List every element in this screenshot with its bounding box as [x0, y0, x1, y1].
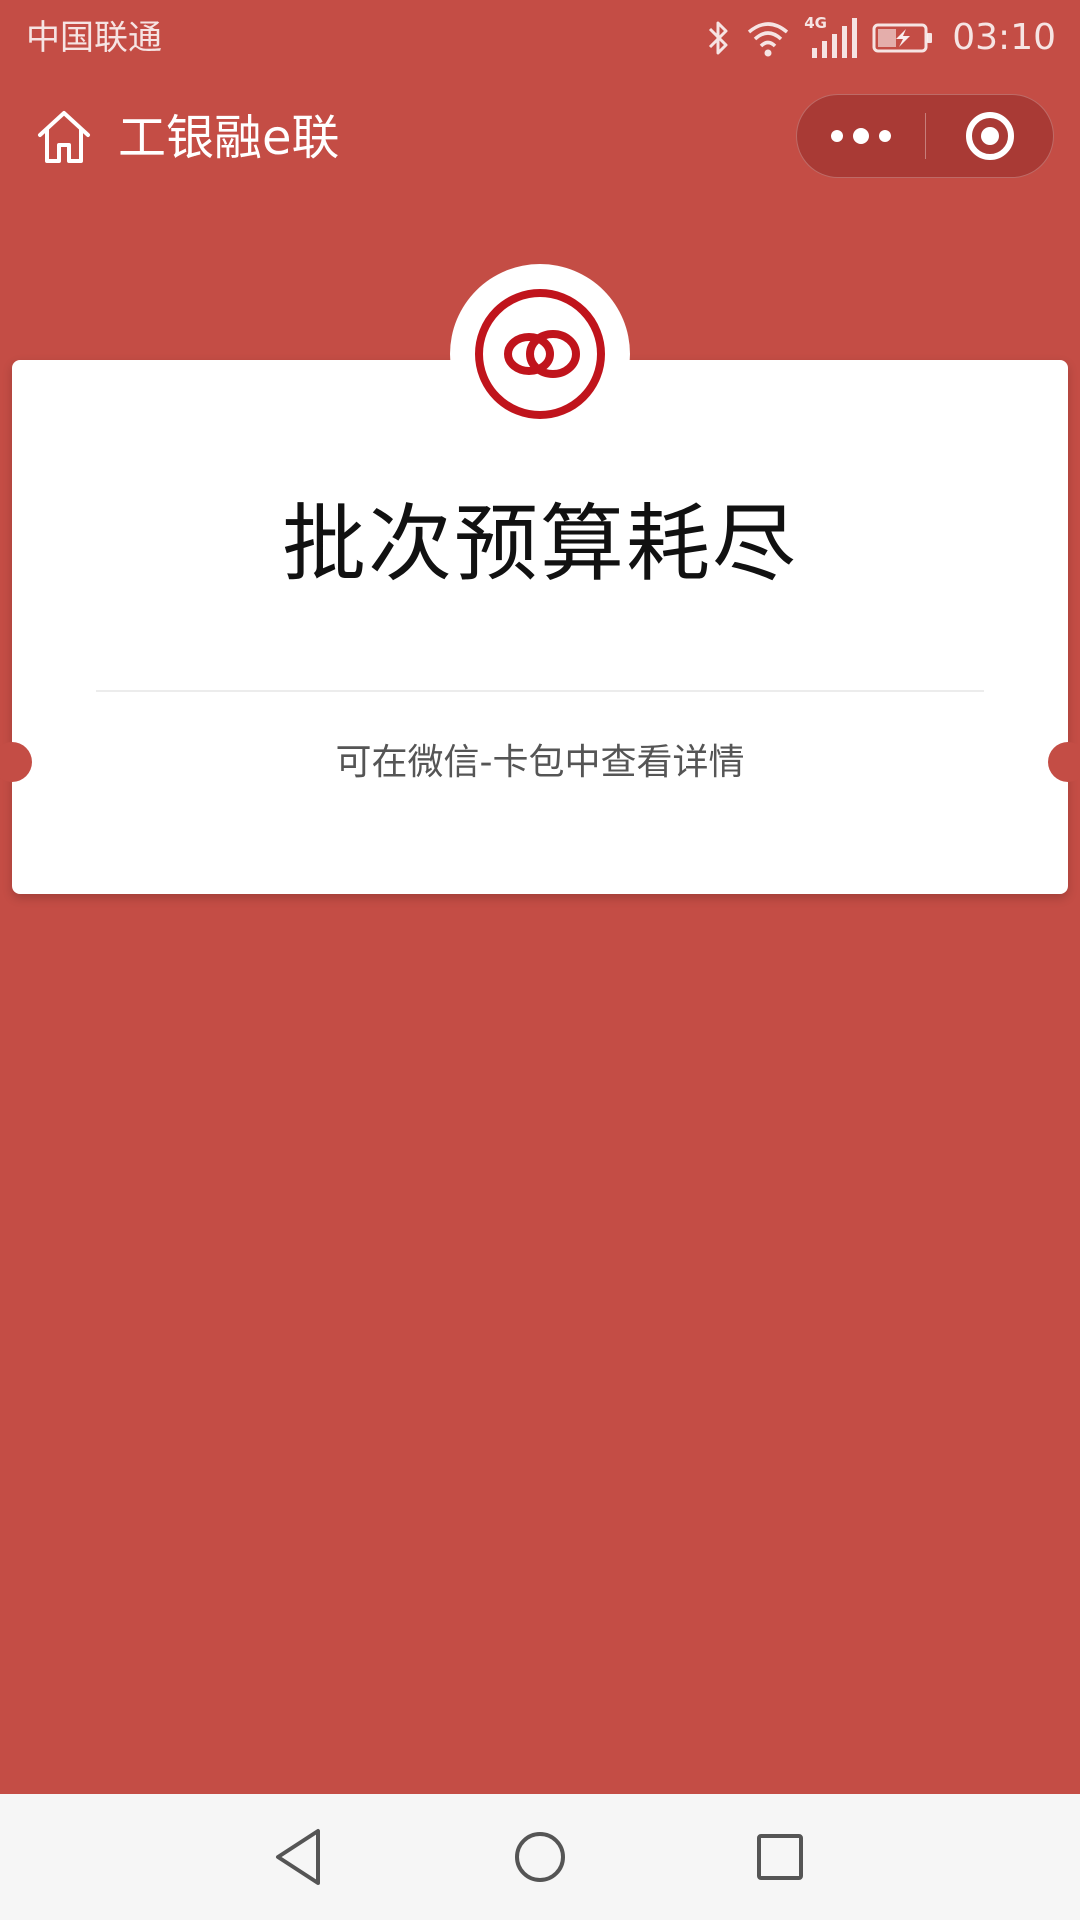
close-button[interactable]	[927, 95, 1053, 177]
battery-charging-icon	[872, 23, 933, 53]
nav-bar: 工银融e联	[0, 80, 1080, 196]
capsule-menu	[796, 94, 1054, 178]
screen: 中国联通 4G 03:10 工银融e联 批次预算耗尽 可在微信-卡包中查看详情	[0, 0, 1080, 1920]
recents-square-icon	[757, 1834, 803, 1880]
status-bar: 中国联通 4G 03:10	[0, 0, 1080, 76]
more-dots-icon	[831, 128, 891, 144]
carrier-name: 中国联通	[26, 18, 162, 58]
back-triangle-icon	[276, 1829, 320, 1885]
system-nav-bar	[0, 1794, 1080, 1920]
status-icons: 4G 03:10	[706, 12, 1056, 64]
home-button[interactable]	[500, 1817, 580, 1897]
page-title: 工银融e联	[118, 110, 340, 166]
signal-icon	[812, 18, 858, 58]
logo-badge	[450, 264, 630, 444]
target-close-icon	[966, 112, 1014, 160]
home-icon[interactable]	[34, 107, 94, 167]
bluetooth-icon	[709, 21, 728, 55]
more-button[interactable]	[797, 95, 925, 177]
clock: 03:10	[952, 17, 1056, 58]
icbc-rings-logo-icon	[475, 289, 605, 419]
home-circle-icon	[515, 1832, 565, 1882]
back-button[interactable]	[260, 1817, 340, 1897]
recents-button[interactable]	[740, 1817, 820, 1897]
card-subtitle: 可在微信-卡包中查看详情	[335, 742, 745, 783]
capsule-divider	[925, 113, 926, 159]
card-divider	[96, 690, 984, 692]
card-title: 批次预算耗尽	[281, 495, 798, 593]
signal-group: 4G	[804, 14, 858, 60]
wifi-icon	[748, 22, 789, 57]
